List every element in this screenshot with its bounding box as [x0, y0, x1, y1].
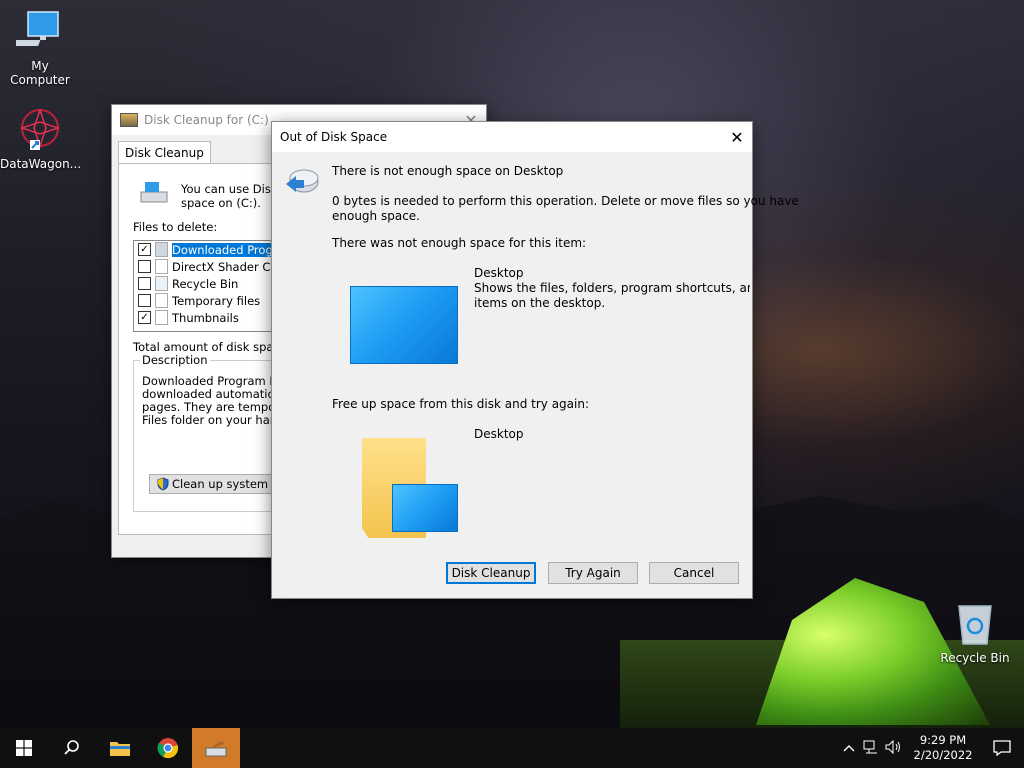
network-icon[interactable] — [860, 740, 882, 757]
recycle-bin-icon — [958, 605, 992, 645]
windows-logo-icon — [16, 740, 32, 756]
taskbar-clock[interactable]: 9:29 PM 2/20/2022 — [906, 733, 980, 763]
dialog-message-line1: 0 bytes is needed to perform this operat… — [332, 194, 799, 208]
checkbox[interactable]: ✓ — [138, 243, 151, 256]
dialog-message-line2: enough space. — [332, 209, 420, 223]
file-icon — [155, 310, 168, 325]
checkbox[interactable]: ✓ — [138, 311, 151, 324]
taskbar-disk-cleanup[interactable] — [192, 728, 240, 768]
desktop-folder-thumbnail — [392, 484, 458, 532]
recycle-icon — [155, 276, 168, 291]
clock-time: 9:29 PM — [919, 733, 967, 747]
checkbox[interactable] — [138, 260, 151, 273]
out-of-disk-space-dialog[interactable]: Out of Disk Space ✕ There is not enough … — [271, 121, 799, 599]
list-item-label: Thumbnails — [172, 310, 239, 325]
description-title: Description — [140, 353, 210, 367]
desktop-icon-label: Recycle Bin — [940, 651, 1010, 665]
list-item-label: DirectX Shader Cach — [172, 259, 285, 274]
chevron-up-icon[interactable] — [838, 741, 860, 755]
dialog-heading: There is not enough space on Desktop — [332, 164, 564, 178]
disk-cleanup-button[interactable]: Disk Cleanup — [446, 562, 536, 584]
checkbox[interactable] — [138, 277, 151, 290]
shield-icon — [157, 477, 169, 491]
files-list[interactable]: ✓ Downloaded Program DirectX Shader Cach… — [133, 240, 285, 332]
desktop-icon-label: My Computer — [10, 59, 70, 87]
taskbar-chrome[interactable] — [144, 728, 192, 768]
tab-disk-cleanup[interactable]: Disk Cleanup — [118, 141, 211, 164]
try-again-button[interactable]: Try Again — [548, 562, 638, 584]
dialog-title: Out of Disk Space — [280, 130, 388, 144]
file-icon — [155, 293, 168, 308]
disk-name[interactable]: Desktop — [474, 427, 524, 441]
desktop-icon-recycle-bin[interactable]: Recycle Bin — [935, 600, 1015, 665]
disk-cleanup-icon — [205, 741, 227, 757]
file-icon — [155, 259, 168, 274]
disk-cleanup-icon — [120, 113, 138, 127]
list-item-label: Temporary files — [172, 293, 261, 308]
speaker-icon[interactable] — [882, 739, 906, 757]
desktop-icon-label: DataWagon... — [0, 157, 82, 171]
free-up-space-label: Free up space from this disk and try aga… — [332, 397, 590, 411]
list-item-label: Downloaded Program — [172, 242, 284, 257]
dialog-titlebar[interactable]: Out of Disk Space ✕ — [272, 122, 752, 152]
item-section-label: There was not enough space for this item… — [332, 236, 587, 250]
list-item[interactable]: Recycle Bin — [134, 275, 284, 292]
item-name: Desktop — [474, 266, 524, 280]
item-description-line2: items on the desktop. — [474, 296, 606, 310]
desktop-thumbnail — [350, 286, 458, 364]
close-icon[interactable]: ✕ — [722, 122, 752, 152]
clock-date: 2/20/2022 — [913, 748, 973, 762]
computer-icon — [8, 11, 59, 46]
file-icon — [155, 242, 168, 257]
checkbox[interactable] — [138, 294, 151, 307]
window-title: Disk Cleanup for (C:) — [144, 113, 269, 127]
notification-center-icon[interactable] — [980, 740, 1024, 756]
files-to-delete-label: Files to delete: — [133, 220, 218, 234]
list-item-label: Recycle Bin — [172, 276, 239, 291]
desktop-icon-my-computer[interactable]: My Computer — [0, 8, 80, 87]
list-item[interactable]: ✓ Thumbnails — [134, 309, 284, 326]
taskbar-file-explorer[interactable] — [96, 728, 144, 768]
drive-icon — [140, 182, 168, 203]
search-icon — [64, 740, 79, 755]
item-description-line1: Shows the files, folders, program shortc… — [474, 281, 750, 295]
desktop-icon-datawagon[interactable]: DataWagon... — [0, 106, 82, 171]
search-button[interactable] — [48, 728, 96, 768]
start-button[interactable] — [0, 728, 48, 768]
datawagon-logo-icon — [19, 107, 61, 150]
cancel-button[interactable]: Cancel — [649, 562, 739, 584]
chrome-icon — [157, 738, 179, 759]
system-tray: 9:29 PM 2/20/2022 — [838, 728, 1024, 768]
list-item[interactable]: DirectX Shader Cach — [134, 258, 284, 275]
list-item[interactable]: ✓ Downloaded Program — [134, 241, 284, 258]
folder-icon — [110, 742, 130, 756]
taskbar: 9:29 PM 2/20/2022 — [0, 728, 1024, 768]
disk-warning-icon — [286, 169, 319, 193]
list-item[interactable]: Temporary files — [134, 292, 284, 309]
